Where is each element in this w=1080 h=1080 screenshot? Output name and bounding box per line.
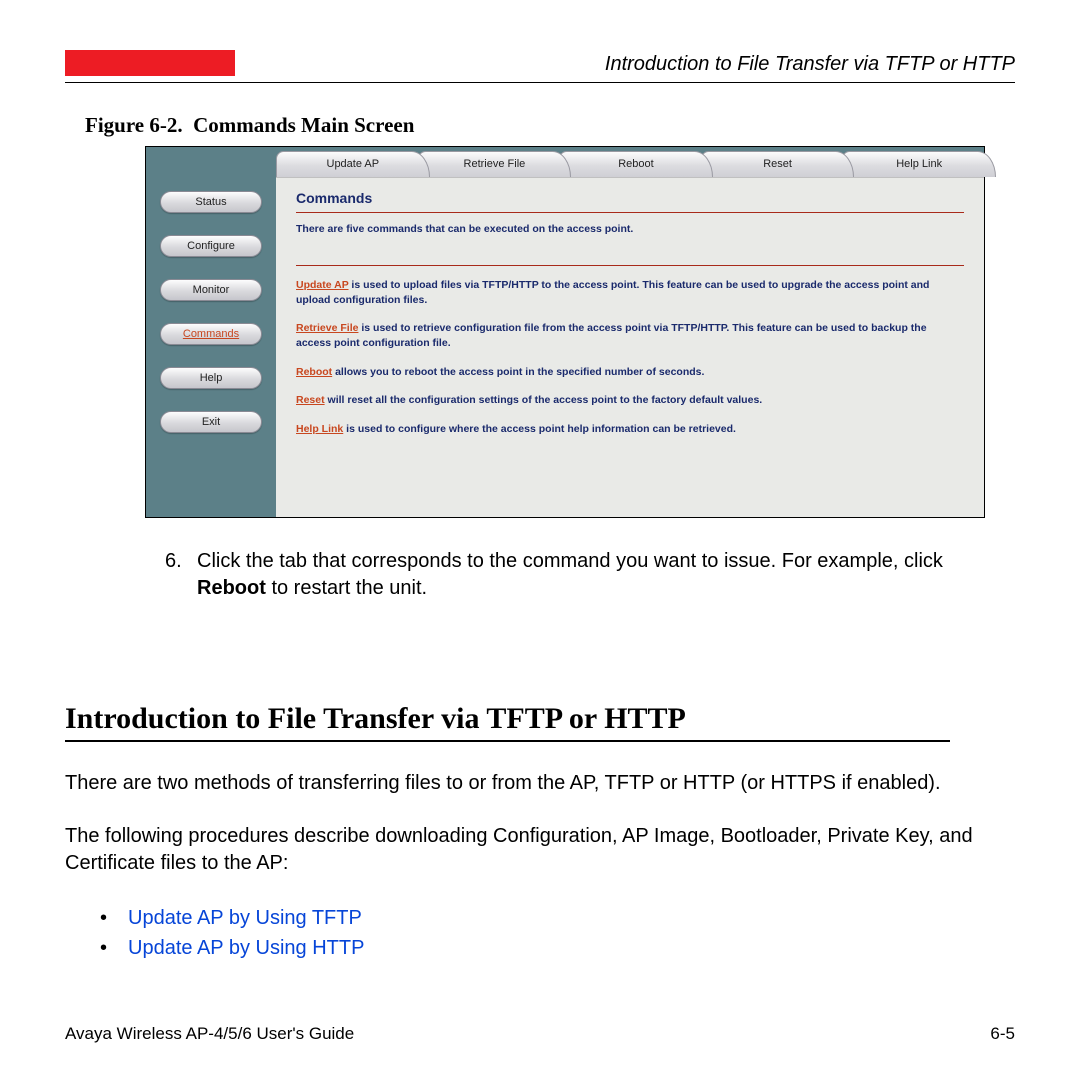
tab-reboot[interactable]: Reboot [559,147,713,177]
command-description: Update AP is used to upload files via TF… [296,278,964,307]
bullet-item: •Update AP by Using HTTP [100,933,1080,963]
running-header: Introduction to File Transfer via TFTP o… [275,53,1015,76]
page-footer: Avaya Wireless AP-4/5/6 User's Guide 6-5 [65,1024,1015,1044]
bullet-list: •Update AP by Using TFTP•Update AP by Us… [100,903,1080,963]
command-link-reboot[interactable]: Reboot [296,366,332,378]
tab-retrieve-file[interactable]: Retrieve File [418,147,572,177]
tab-bar: Update APRetrieve FileRebootResetHelp Li… [276,147,984,177]
tab-reset[interactable]: Reset [701,147,855,177]
sidebar-item-exit[interactable]: Exit [160,411,262,433]
command-description: Retrieve File is used to retrieve config… [296,321,964,350]
command-link-help-link[interactable]: Help Link [296,423,343,435]
section-heading: Introduction to File Transfer via TFTP o… [0,702,1080,736]
command-description: Help Link is used to configure where the… [296,422,964,437]
panel-rule-2 [296,265,964,266]
sidebar-item-configure[interactable]: Configure [160,235,262,257]
panel-intro-text: There are five commands that can be exec… [296,223,964,235]
figure-caption: Figure 6-2. Commands Main Screen [85,113,1015,138]
bullet-link[interactable]: Update AP by Using HTTP [128,933,364,963]
sidebar-item-commands[interactable]: Commands [160,323,262,345]
command-link-retrieve-file[interactable]: Retrieve File [296,322,358,334]
command-link-reset[interactable]: Reset [296,394,325,406]
commands-panel: Commands There are five commands that ca… [276,177,984,517]
step-text: Click the tab that corresponds to the co… [197,548,1015,602]
bullet-item: •Update AP by Using TFTP [100,903,1080,933]
panel-rule [296,212,964,213]
numbered-step: 6. Click the tab that corresponds to the… [165,548,1015,602]
paragraph-2: The following procedures describe downlo… [65,823,1050,877]
command-link-update-ap[interactable]: Update AP [296,279,349,291]
tab-update-ap[interactable]: Update AP [276,147,430,177]
command-description: Reboot allows you to reboot the access p… [296,365,964,380]
sidebar-item-monitor[interactable]: Monitor [160,279,262,301]
command-description: Reset will reset all the configuration s… [296,393,964,408]
step-number: 6. [165,548,197,602]
sidebar: Status Configure Monitor Commands Help Exit [146,147,276,517]
footer-page-number: 6-5 [990,1024,1015,1044]
sidebar-item-help[interactable]: Help [160,367,262,389]
figure-screenshot: Status Configure Monitor Commands Help Exit U… [145,146,985,518]
footer-guide-name: Avaya Wireless AP-4/5/6 User's Guide [65,1024,354,1044]
bullet-link[interactable]: Update AP by Using TFTP [128,903,362,933]
paragraph-1: There are two methods of transferring fi… [65,770,1050,797]
header-accent-block [65,50,235,76]
sidebar-item-status[interactable]: Status [160,191,262,213]
header-rule [65,82,1015,83]
section-rule [65,740,950,742]
panel-title: Commands [296,190,964,206]
tab-help-link[interactable]: Help Link [842,147,996,177]
